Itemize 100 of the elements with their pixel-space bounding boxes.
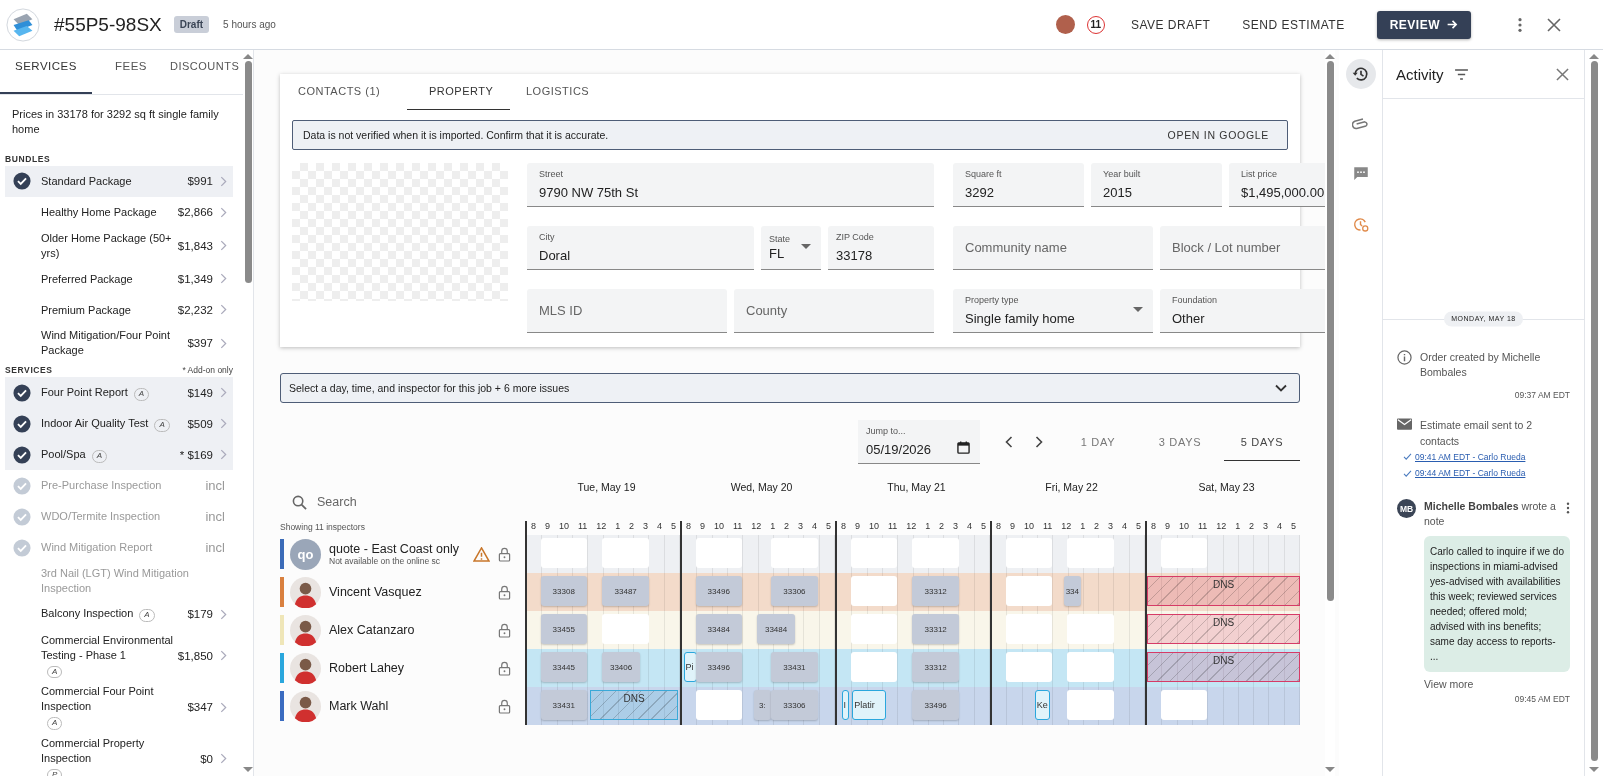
booking-block[interactable]: 33484 [695,614,742,644]
service-item[interactable]: Balcony Inspection A $179 [5,598,233,630]
input-field[interactable]: Community name [953,226,1153,270]
tab[interactable]: CONTACTS (1) [292,74,407,110]
check-icon[interactable] [13,414,31,433]
lock-icon[interactable] [498,660,511,676]
service-item[interactable]: Preferred Package $1,349 [5,263,233,295]
open-in-google-link[interactable]: OPEN IN GOOGLE [1167,129,1269,141]
service-item[interactable]: Wind Mitigation/Four Point Package $397 [5,325,233,362]
blocked-time[interactable]: DNS [1147,652,1300,682]
input-field[interactable]: City Doral [527,226,754,270]
chevron-left-icon[interactable] [1005,436,1013,448]
date-field[interactable]: Jump to... 05/19/2026 [858,420,980,464]
booking-block[interactable]: 33487 [601,576,650,606]
booking-block[interactable]: 33312 [911,652,960,682]
booking-block[interactable]: 33431 [540,690,587,720]
tab[interactable]: LOGISTICS [520,74,635,110]
service-item[interactable]: Standard Package $991 [5,165,233,197]
caret-icon[interactable] [801,244,811,249]
booking-block[interactable]: 33496 [911,690,960,720]
service-item[interactable]: Commercial Property Inspection P $0 [5,732,233,776]
check-icon[interactable] [13,172,31,191]
service-item[interactable]: Commercial Environmental Testing - Phase 1 A $1,850 [5,629,233,682]
arrow-right-icon[interactable] [1446,20,1458,29]
open-slot[interactable] [850,652,897,682]
lock-icon[interactable] [498,698,511,714]
booking-block[interactable]: I [841,690,850,720]
service-item[interactable]: Commercial Four Point Inspection A $347 [5,681,233,733]
booking-block[interactable]: 33484 [756,614,796,644]
search-field[interactable]: Search [315,494,439,510]
input-field[interactable]: Year built 2015 [1091,163,1222,207]
blocked-time[interactable]: DNS [1147,576,1300,606]
booking-block[interactable]: 33306 [770,690,819,720]
text-button[interactable]: SEND ESTIMATE [1242,11,1345,38]
open-slot[interactable] [695,690,742,720]
booking-block[interactable]: 334 [1063,576,1081,606]
tab[interactable]: DISCOUNTS [170,50,242,94]
service-item[interactable]: Indoor Air Quality Test A $509 [5,408,233,440]
input-field[interactable]: ZIP Code 33178 [828,226,934,270]
view-tab[interactable]: 3 DAYS [1142,424,1218,460]
booking-block[interactable]: 33312 [911,576,960,606]
booking-block[interactable]: 33312 [911,614,960,644]
input-field[interactable]: Square ft 3292 [953,163,1084,207]
service-item[interactable]: Four Point Report A $149 [5,377,233,409]
input-field[interactable]: List price $1,495,000.00 [1229,163,1325,207]
select-field[interactable]: Foundation Other [1160,289,1325,333]
view-tab[interactable]: 1 DAY [1060,424,1136,460]
select-field[interactable]: Property type Single family home [953,289,1153,333]
booking-block[interactable]: 33496 [695,576,742,606]
lock-icon[interactable] [498,584,511,600]
blocked-time[interactable]: DNS [1147,614,1300,644]
service-item[interactable]: Pool/Spa A * $169 [5,439,233,471]
open-slot[interactable] [1160,690,1207,720]
tab[interactable]: PROPERTY [407,74,510,110]
input-field[interactable]: Block / Lot number [1160,226,1325,270]
booking-block[interactable]: Platir [852,690,886,720]
open-slot[interactable] [1160,538,1207,568]
open-slot[interactable] [911,538,960,568]
open-slot[interactable] [770,538,819,568]
inspector-name[interactable]: quote - East Coast only [329,542,473,556]
open-slot[interactable] [601,538,650,568]
review-button[interactable]: REVIEW [1376,10,1471,39]
tab[interactable]: SERVICES [0,50,92,94]
check-icon[interactable] [13,445,31,464]
open-slot[interactable] [695,538,742,568]
open-slot[interactable] [1066,538,1115,568]
booking-block[interactable]: Ke [1034,690,1051,720]
view-tab[interactable]: 5 DAYS [1224,423,1300,461]
service-item[interactable]: Premium Package $2,232 [5,294,233,326]
booking-block[interactable]: 33445 [540,652,587,682]
input-field[interactable]: Street 9790 NW 75th St [527,163,934,207]
booking-block[interactable]: 33455 [540,614,587,644]
issues-dropdown[interactable]: Select a day, time, and inspector for this job + 6 more issues [280,373,1300,403]
caret-icon[interactable] [1133,307,1143,312]
select-field[interactable]: State FL [761,226,821,270]
text-button[interactable]: SAVE DRAFT [1130,11,1211,38]
chevron-right-icon[interactable] [1035,436,1043,448]
check-icon[interactable] [13,383,31,402]
lock-icon[interactable] [498,622,511,638]
input-field[interactable]: County [734,289,934,333]
open-slot[interactable] [1005,652,1052,682]
lock-icon[interactable] [498,546,511,562]
view-more-link[interactable]: View more [1424,677,1570,690]
input-field[interactable]: MLS ID [527,289,727,333]
chevron-down-icon[interactable] [1275,384,1287,392]
more-icon[interactable] [1566,502,1570,515]
blocked-time[interactable]: DNS [589,690,679,720]
open-slot[interactable] [1066,652,1115,682]
history-icon[interactable] [1345,59,1376,89]
close-icon[interactable] [1547,17,1561,32]
booking-block[interactable]: 33406 [601,652,641,682]
booking-block[interactable]: 33431 [770,652,819,682]
filter-icon[interactable] [1453,68,1469,80]
booking-block[interactable]: 33496 [695,652,742,682]
user-avatar[interactable] [1055,15,1075,34]
more-icon[interactable] [1517,16,1523,33]
open-slot[interactable] [1066,690,1115,720]
calendar-icon[interactable] [957,441,970,454]
tab[interactable]: FEES [92,50,170,94]
open-slot[interactable] [850,538,897,568]
